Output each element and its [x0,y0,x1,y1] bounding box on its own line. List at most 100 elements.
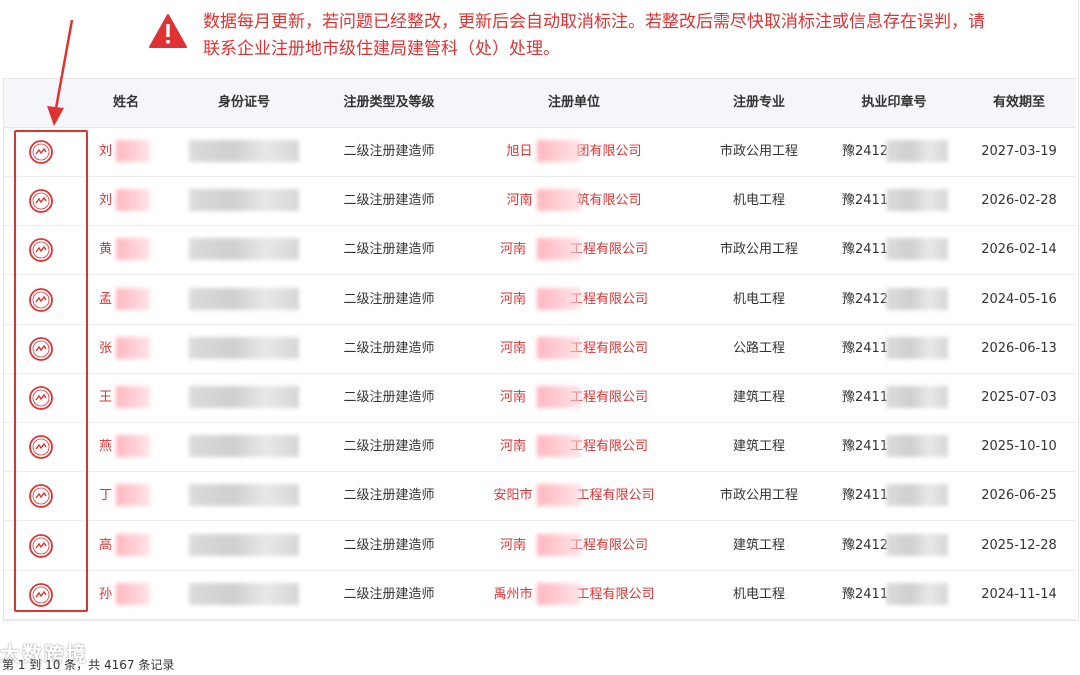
redaction-blur [116,336,150,359]
notice-text: 数据每月更新，若问题已经整改，更新后会自动取消标注。若整改后需尽快取消标注或信息… [203,9,1043,63]
redaction-blur [116,140,150,162]
flag-stamp-icon[interactable] [28,237,54,263]
redaction-blur [886,140,948,162]
table-row[interactable]: 张 二级注册建造师 河南 工程有限公司 公路工程 豫2411 2026-06-13 [4,324,1076,374]
redaction-blur [537,140,581,162]
cell-specialty: 机电工程 [732,291,785,307]
flag-stamp-icon[interactable] [28,434,54,460]
flag-stamp-icon[interactable] [28,582,54,608]
header-specialty: 注册专业 [732,95,785,110]
table-row[interactable]: 丁 二级注册建造师 安阳市 工程有限公司 市政公用工程 豫2411 2026-06… [4,471,1076,522]
cell-specialty: 公路工程 [732,340,785,356]
flag-stamp-icon[interactable] [28,139,54,165]
redaction-blur [886,582,948,605]
cell-specialty: 市政公用工程 [719,488,798,504]
redaction-blur [116,287,150,310]
redaction-blur [537,386,581,408]
redaction-blur [116,435,150,458]
redaction-blur [189,484,299,507]
redaction-blur [116,189,150,212]
flag-stamp-icon[interactable] [28,287,54,313]
redaction-blur [886,435,948,458]
redaction-blur [537,484,581,507]
notice-banner: 数据每月更新，若问题已经整改，更新后会自动取消标注。若整改后需尽快取消标注或信息… [3,0,1077,79]
table-row[interactable]: 王 二级注册建造师 河南 工程有限公司 建筑工程 豫2411 2025-07-03 [4,373,1076,423]
redaction-blur [189,287,299,310]
cell-specialty: 机电工程 [732,586,785,602]
header-id: 身份证号 [217,95,270,110]
cell-specialty: 建筑工程 [732,390,785,405]
cell-type: 二级注册建造师 [343,488,435,504]
redaction-blur [537,189,581,212]
redaction-blur [189,386,299,408]
table-row[interactable]: 黄 二级注册建造师 河南 工程有限公司 市政公用工程 豫2411 2026-02-… [4,225,1076,276]
table-row[interactable]: 高 二级注册建造师 河南 工程有限公司 建筑工程 豫2412 2025-12-28 [4,521,1076,571]
cell-specialty: 市政公用工程 [719,242,798,258]
cell-expiry: 2024-11-14 [981,586,1057,602]
header-type: 注册类型及等级 [343,95,435,110]
cell-specialty: 机电工程 [732,193,785,209]
redaction-blur [537,582,581,605]
table-header: 姓名 身份证号 注册类型及等级 注册单位 注册专业 执业印章号 有效期至 [4,79,1076,128]
annotation-arrow-icon [47,19,74,126]
header-expiry: 有效期至 [992,95,1045,110]
flag-stamp-icon[interactable] [28,385,54,411]
header-name: 姓名 [112,95,139,110]
redaction-blur [116,533,150,556]
redaction-blur [189,336,299,359]
header-unit: 注册单位 [547,95,600,110]
header-seal: 执业印章号 [861,95,927,110]
redaction-blur [116,484,150,507]
table-row[interactable]: 刘 二级注册建造师 河南 筑有限公司 机电工程 豫2411 2026-02-28 [4,176,1076,227]
notice-line-1: 数据每月更新，若问题已经整改，更新后会自动取消标注。若整改后需尽快取消标注或信息… [203,12,985,32]
table-row[interactable]: 燕 二级注册建造师 河南 工程有限公司 建筑工程 豫2411 2025-10-10 [4,422,1076,473]
flag-stamp-icon[interactable] [28,533,54,559]
redaction-blur [537,533,581,556]
cell-type: 二级注册建造师 [343,390,435,405]
flag-stamp-icon[interactable] [28,483,54,509]
redaction-blur [189,140,299,162]
cell-specialty: 建筑工程 [732,439,785,455]
cell-expiry: 2026-06-25 [981,488,1057,504]
cell-type: 二级注册建造师 [343,144,435,159]
cell-type: 二级注册建造师 [343,340,435,356]
redaction-blur [537,336,581,359]
redaction-blur [886,238,948,261]
cell-type: 二级注册建造师 [343,439,435,455]
flag-stamp-icon[interactable] [28,336,54,362]
cell-expiry: 2025-07-03 [981,390,1057,405]
redaction-blur [116,386,150,408]
cell-type: 二级注册建造师 [343,291,435,307]
redaction-blur [537,287,581,310]
redaction-blur [189,533,299,556]
redaction-blur [886,484,948,507]
redaction-blur [116,238,150,261]
cell-type: 二级注册建造师 [343,193,435,209]
notice-line-2: 联系企业注册地市级住建局建管科（处）处理。 [203,39,560,59]
redaction-blur [189,582,299,605]
cell-type: 二级注册建造师 [343,537,435,553]
redaction-blur [116,582,150,605]
cell-expiry: 2025-10-10 [981,439,1057,455]
cell-specialty: 市政公用工程 [719,144,798,159]
cell-expiry: 2026-02-28 [981,193,1057,209]
pagination-info: 第 1 到 10 条，共 4167 条记录 [2,658,175,672]
redaction-blur [886,189,948,212]
redaction-blur [537,435,581,458]
cell-specialty: 建筑工程 [732,537,785,553]
redaction-blur [189,238,299,261]
redaction-blur [886,386,948,408]
cell-expiry: 2027-03-19 [981,144,1057,159]
cell-expiry: 2026-02-14 [981,242,1057,258]
table-row[interactable]: 孟 二级注册建造师 河南 工程有限公司 机电工程 豫2412 2024-05-16 [4,275,1076,325]
cell-expiry: 2026-06-13 [981,340,1057,356]
warning-icon [149,14,187,48]
redaction-blur [886,533,948,556]
cell-expiry: 2025-12-28 [981,537,1057,553]
redaction-blur [886,287,948,310]
table-row[interactable]: 刘 二级注册建造师 旭日 团有限公司 市政公用工程 豫2412 2027-03-1… [4,127,1076,177]
flag-stamp-icon[interactable] [28,188,54,214]
cell-type: 二级注册建造师 [343,242,435,258]
redaction-blur [537,238,581,261]
table-row[interactable]: 孙 二级注册建造师 禹州市 工程有限公司 机电工程 豫2411 2024-11-1… [4,570,1076,620]
